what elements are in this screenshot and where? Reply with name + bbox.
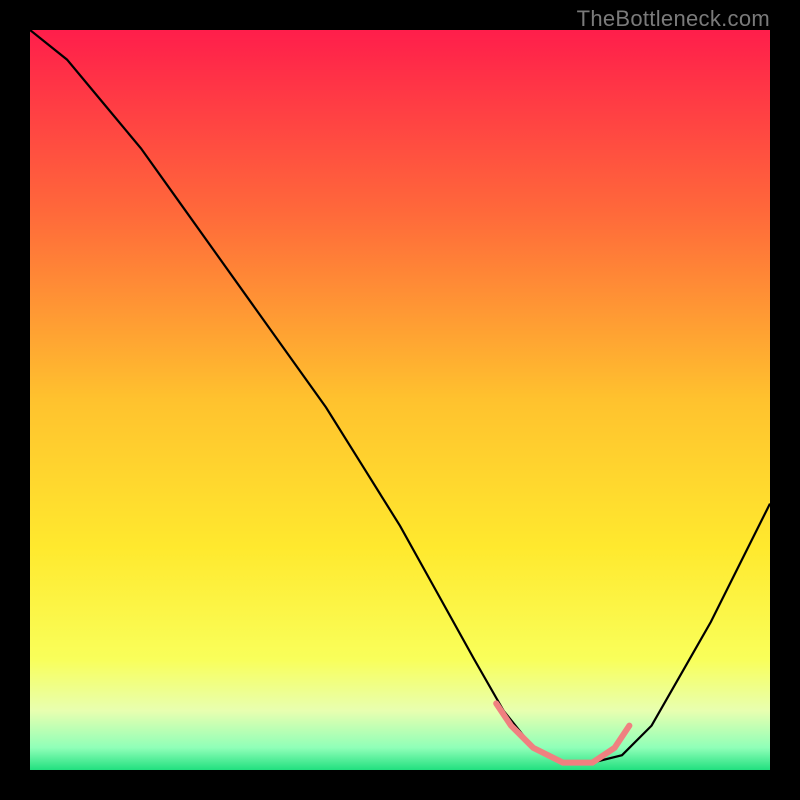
watermark-text: TheBottleneck.com [577, 6, 770, 32]
marker-band [496, 703, 629, 762]
bottleneck-curve [30, 30, 770, 763]
chart-root: TheBottleneck.com [0, 0, 800, 800]
curve-layer [30, 30, 770, 770]
plot-area [30, 30, 770, 770]
